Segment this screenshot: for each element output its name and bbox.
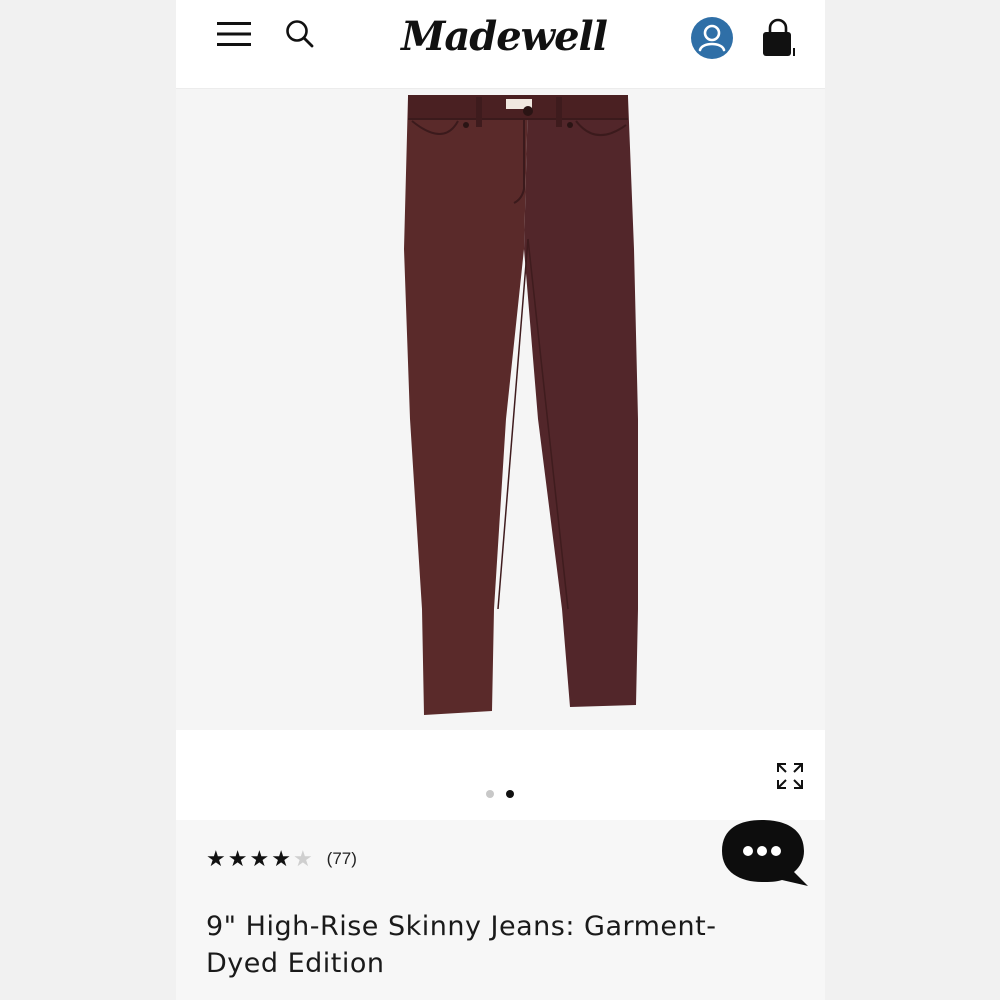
carousel-dots: [486, 790, 514, 798]
bag-button[interactable]: [756, 16, 800, 60]
site-header: Madewell: [176, 0, 825, 89]
star-icon: ★: [271, 846, 291, 871]
expand-button[interactable]: [772, 758, 808, 794]
site-logo[interactable]: Madewell: [401, 8, 608, 64]
search-button[interactable]: [280, 16, 320, 52]
left-margin: [0, 0, 176, 1000]
menu-button[interactable]: [214, 16, 254, 52]
star-empty-icon: ★: [292, 846, 313, 871]
expand-icon: [777, 763, 803, 789]
product-title: 9" High-Rise Skinny Jeans: Garment-Dyed …: [206, 911, 717, 979]
product-image: [176, 89, 825, 730]
carousel-dot-1[interactable]: [486, 790, 494, 798]
star-icon: ★: [206, 846, 226, 871]
rating[interactable]: ★ ★ ★ ★ ★ (77): [206, 848, 357, 870]
gallery-controls: [176, 730, 825, 820]
star-icon: ★: [227, 846, 248, 871]
review-count[interactable]: (77): [327, 849, 357, 869]
product-gallery[interactable]: [176, 89, 825, 730]
chat-button[interactable]: [720, 818, 812, 888]
chat-bubble-icon: [722, 820, 808, 886]
star-icon: ★: [249, 846, 270, 871]
account-icon: [691, 17, 733, 59]
search-icon: [286, 20, 314, 48]
carousel-dot-2[interactable]: [506, 790, 514, 798]
account-button[interactable]: [690, 16, 734, 60]
right-margin: [825, 0, 1000, 1000]
mobile-page: Madewell ★ ★ ★ ★ ★ (77) 9" High-Rise Ski…: [176, 0, 825, 1000]
menu-icon: [217, 22, 251, 46]
shopping-bag-icon: [763, 18, 795, 56]
